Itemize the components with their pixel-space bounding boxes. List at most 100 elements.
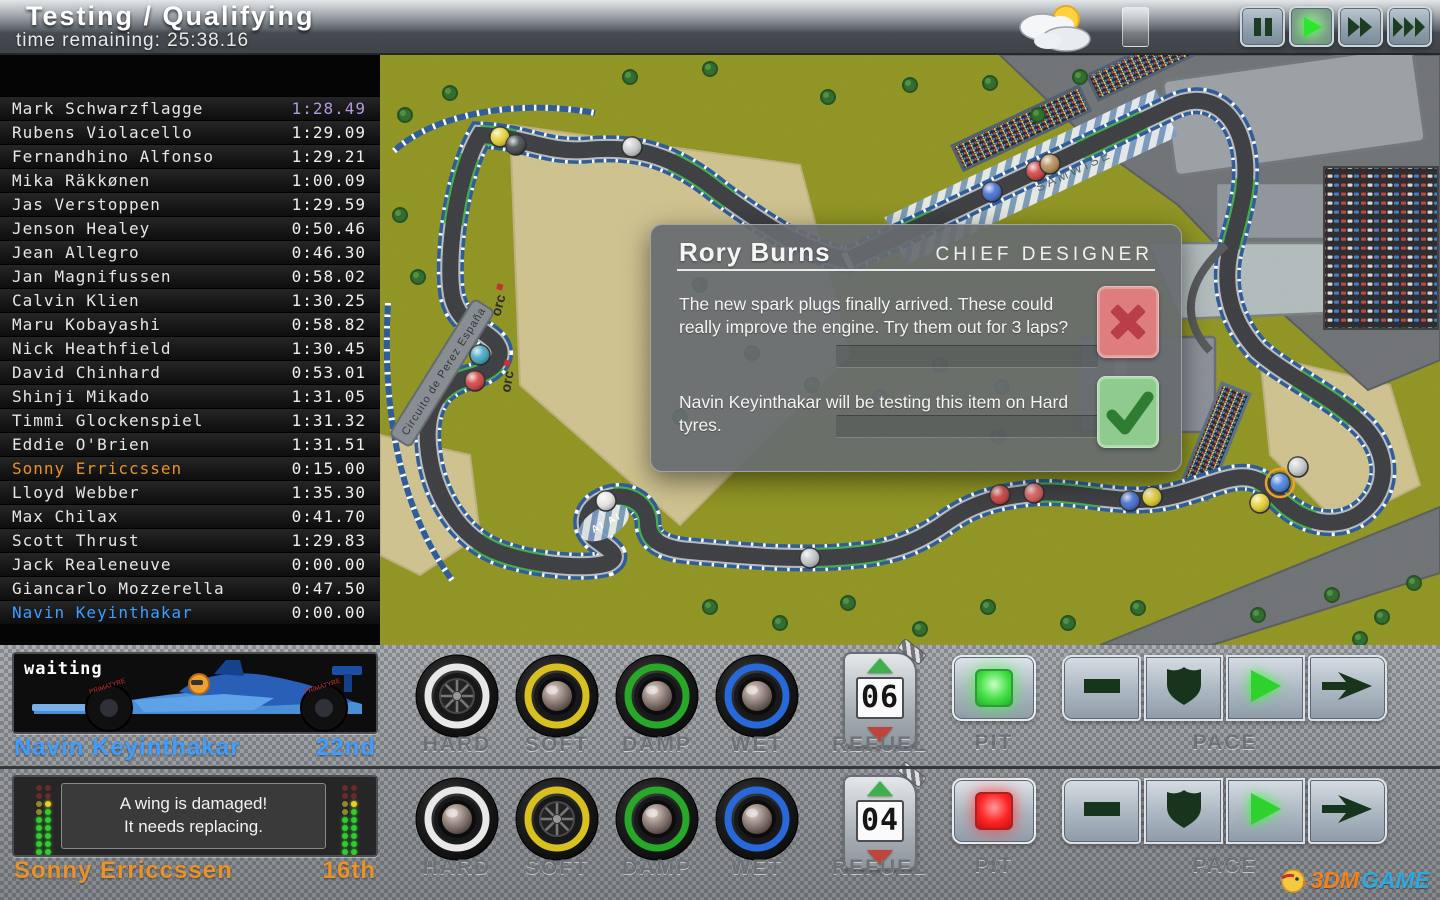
- standings-row[interactable]: Jan Magnifussen 0:58.02: [0, 264, 380, 288]
- standings-row[interactable]: Scott Thrust1:29.83: [0, 528, 380, 552]
- standings-row[interactable]: Fernandhino Alfonso 1:29.21: [0, 144, 380, 168]
- pace-play-button[interactable]: [1226, 655, 1305, 721]
- standings-row[interactable]: Jack Realeneuve0:00.00: [0, 552, 380, 576]
- driver-name: Maru Kobayashi: [12, 315, 161, 334]
- tyre-label: DAMP: [615, 733, 699, 757]
- tyre-hard-button[interactable]: [415, 654, 499, 738]
- standings-row[interactable]: Timmi Glockenspiel1:31.32: [0, 408, 380, 432]
- tyre-hard-button[interactable]: [415, 777, 499, 861]
- fuel-increase-arrow[interactable]: [867, 781, 893, 796]
- pause-button[interactable]: [1240, 6, 1285, 47]
- tyre-label: HARD: [415, 856, 499, 880]
- tyre-damp-button[interactable]: [615, 777, 699, 861]
- standings-row[interactable]: Navin Keyinthakar0:00.00: [0, 600, 380, 624]
- driver-name: Calvin Klien: [12, 291, 140, 310]
- tyre-label: WET: [715, 856, 799, 880]
- pit-label: PIT: [952, 854, 1036, 878]
- fast-forward-button[interactable]: [1338, 6, 1383, 47]
- gauge-bar[interactable]: [1122, 7, 1149, 47]
- damage-message: A wing is damaged! It needs replacing.: [61, 783, 326, 849]
- lap-time: 1:28.49: [292, 99, 366, 118]
- standings-row[interactable]: Mika Räkkønen1:00.09: [0, 168, 380, 192]
- standings-row[interactable]: Eddie O'Brien 1:31.51: [0, 432, 380, 456]
- driver-name: Jas Verstoppen: [12, 195, 161, 214]
- play-icon: [1300, 15, 1324, 39]
- fastest-forward-button[interactable]: [1387, 6, 1432, 47]
- pace-push-button[interactable]: [1308, 778, 1387, 844]
- driver-name: David Chinhard: [12, 363, 161, 382]
- lap-time: 1:29.59: [292, 195, 366, 214]
- lap-time: 1:35.30: [292, 483, 366, 502]
- driver-name: Jean Allegro: [12, 243, 140, 262]
- standings-row[interactable]: David Chinhard0:53.01: [0, 360, 380, 384]
- lap-time: 0:58.02: [292, 267, 366, 286]
- lap-time: 1:31.51: [292, 435, 366, 454]
- fast-forward-icon: [1347, 16, 1375, 38]
- fuel-increase-arrow[interactable]: [867, 658, 893, 673]
- driver-position: 16th: [323, 857, 376, 885]
- pace-label: PACE: [1062, 731, 1388, 755]
- standings-row[interactable]: Mark Schwarzflagge 1:28.49: [0, 96, 380, 120]
- dialog-role: CHIEF DESIGNER: [935, 244, 1153, 266]
- standings-row[interactable]: Nick Heathfield1:30.45: [0, 336, 380, 360]
- driver-position: 22nd: [316, 734, 376, 762]
- pace-shield-button[interactable]: [1144, 778, 1223, 844]
- lap-time: 0:15.00: [292, 459, 366, 478]
- standings-row[interactable]: Jenson Healey0:50.46: [0, 216, 380, 240]
- fuel-laps-display: 04: [856, 800, 904, 842]
- standings-row[interactable]: Max Chilax0:41.70: [0, 504, 380, 528]
- telemetry-leds: [342, 785, 357, 855]
- dialog-inset-row: [836, 345, 1098, 368]
- top-bar: Testing / Qualifying time remaining: 25:…: [0, 0, 1440, 55]
- telemetry-leds: [36, 785, 51, 855]
- driver-name: Jan Magnifussen: [12, 267, 172, 286]
- standings-row[interactable]: Shinji Mikado1:31.05: [0, 384, 380, 408]
- driver-name: Navin Keyinthakar: [14, 734, 240, 761]
- advisor-dialog: Rory Burns CHIEF DESIGNER The new spark …: [650, 224, 1182, 472]
- lap-time: 1:29.83: [292, 531, 366, 550]
- lap-time: 1:30.25: [292, 291, 366, 310]
- standings-row[interactable]: Rubens Violacello1:29.09: [0, 120, 380, 144]
- pace-push-icon: [1322, 669, 1374, 708]
- fuel-laps-display: 06: [856, 677, 904, 719]
- standings-row[interactable]: Jas Verstoppen 1:29.59: [0, 192, 380, 216]
- pace-play-button[interactable]: [1226, 778, 1305, 844]
- weather-icon: [1008, 1, 1104, 55]
- lap-time: 0:50.46: [292, 219, 366, 238]
- standings-row[interactable]: Maru Kobayashi0:58.82: [0, 312, 380, 336]
- play-button[interactable]: [1289, 6, 1334, 47]
- driver-name: Mark Schwarzflagge: [12, 99, 203, 118]
- pace-push-button[interactable]: [1308, 655, 1387, 721]
- driver-name: Eddie O'Brien: [12, 435, 150, 454]
- driver2-name-bar: Sonny Erriccssen 16th: [14, 857, 376, 885]
- lap-time: 0:46.30: [292, 243, 366, 262]
- decline-button[interactable]: [1097, 286, 1159, 358]
- pace-slow-icon: [1082, 799, 1122, 824]
- damage-line2: It needs replacing.: [124, 816, 263, 839]
- tyre-soft-button[interactable]: [515, 654, 599, 738]
- tyre-wet-button[interactable]: [715, 654, 799, 738]
- driver-name: Navin Keyinthakar: [12, 603, 193, 622]
- standings-row[interactable]: Jean Allegro 0:46.30: [0, 240, 380, 264]
- standings-row[interactable]: Giancarlo Mozzerella0:47.50: [0, 576, 380, 600]
- pace-slow-button[interactable]: [1062, 778, 1141, 844]
- lap-time: 1:29.21: [292, 147, 366, 166]
- driver-name: Max Chilax: [12, 507, 118, 526]
- standings-row[interactable]: Calvin Klien 1:30.25: [0, 288, 380, 312]
- standings-row[interactable]: Lloyd Webber1:35.30: [0, 480, 380, 504]
- tyre-damp-button[interactable]: [615, 654, 699, 738]
- accept-button[interactable]: [1097, 376, 1159, 448]
- driver-name: Fernandhino Alfonso: [12, 147, 214, 166]
- pace-push-icon: [1322, 792, 1374, 831]
- tyre-soft-button[interactable]: [515, 777, 599, 861]
- pit-button[interactable]: [952, 655, 1036, 721]
- pit-label: PIT: [952, 731, 1036, 755]
- pace-slow-button[interactable]: [1062, 655, 1141, 721]
- chick-icon: [1278, 866, 1308, 894]
- pace-shield-button[interactable]: [1144, 655, 1223, 721]
- driver1-name-bar: Navin Keyinthakar 22nd: [14, 734, 376, 762]
- standings-row[interactable]: Sonny Erriccssen0:15.00: [0, 456, 380, 480]
- dialog-header: Rory Burns CHIEF DESIGNER: [677, 237, 1155, 271]
- tyre-wet-button[interactable]: [715, 777, 799, 861]
- pit-button[interactable]: [952, 778, 1036, 844]
